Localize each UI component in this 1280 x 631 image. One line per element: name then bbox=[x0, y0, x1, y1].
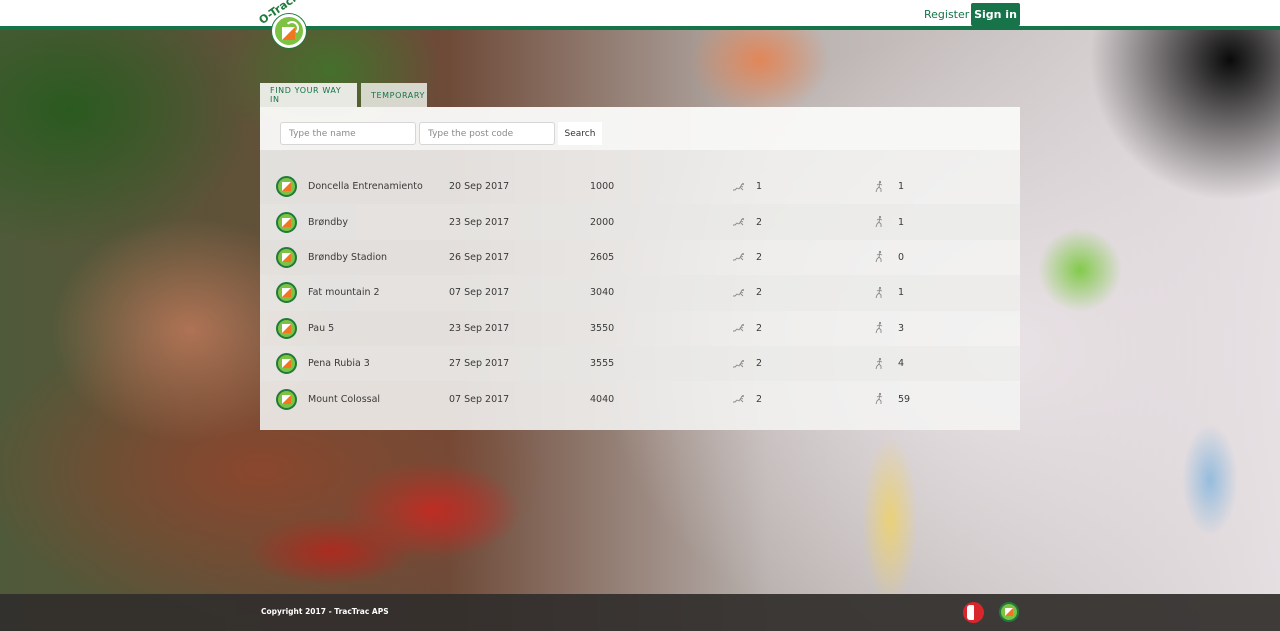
walker-count: 3 bbox=[898, 322, 905, 334]
runner-count: 2 bbox=[756, 322, 763, 334]
walker-icon bbox=[874, 250, 884, 264]
runner-count: 1 bbox=[756, 181, 763, 193]
runner-icon bbox=[732, 182, 746, 192]
runner-count: 2 bbox=[756, 393, 763, 405]
walker-count: 4 bbox=[898, 358, 905, 370]
event-name[interactable]: Pau 5 bbox=[308, 323, 334, 334]
event-date: 23 Sep 2017 bbox=[449, 322, 510, 334]
walker-icon bbox=[874, 357, 884, 371]
event-name[interactable]: Mount Colossal bbox=[308, 394, 380, 405]
copyright-text: Copyright 2017 - TracTrac APS bbox=[261, 607, 389, 616]
walker-icon bbox=[874, 321, 884, 335]
orienteering-flag-icon bbox=[272, 14, 306, 48]
postcode-search-input[interactable] bbox=[419, 122, 555, 145]
events-panel: Search Doncella Entrenamiento 20 Sep 2017… bbox=[260, 107, 1020, 430]
sign-in-button[interactable]: Sign in bbox=[971, 3, 1020, 26]
runner-icon bbox=[732, 394, 746, 404]
walker-icon bbox=[874, 392, 884, 406]
event-name[interactable]: Doncella Entrenamiento bbox=[308, 181, 423, 192]
register-link[interactable]: Register bbox=[924, 8, 969, 21]
event-date: 27 Sep 2017 bbox=[449, 358, 510, 370]
orienteering-flag-icon bbox=[276, 176, 297, 198]
event-list: Doncella Entrenamiento 20 Sep 2017 1000 1 1 B… bbox=[260, 169, 1020, 417]
signal-wave-icon bbox=[285, 21, 299, 35]
orienteering-flag-icon bbox=[276, 388, 297, 410]
footer: Copyright 2017 - TracTrac APS bbox=[0, 594, 1280, 631]
event-row[interactable]: Doncella Entrenamiento 20 Sep 2017 1000 1 1 bbox=[260, 169, 1020, 204]
event-date: 23 Sep 2017 bbox=[449, 216, 510, 228]
search-bar: Search bbox=[260, 107, 1020, 150]
event-date: 26 Sep 2017 bbox=[449, 251, 510, 263]
search-button[interactable]: Search bbox=[558, 122, 602, 145]
orienteering-flag-icon bbox=[276, 282, 297, 304]
event-code: 3555 bbox=[590, 358, 615, 370]
orienteering-flag-icon bbox=[276, 211, 297, 233]
walker-icon bbox=[874, 286, 884, 300]
tab-bar: FIND YOUR WAY IN TEMPORARY bbox=[260, 83, 427, 107]
walker-icon bbox=[874, 215, 884, 229]
walker-count: 1 bbox=[898, 287, 905, 299]
event-row[interactable]: Pau 5 23 Sep 2017 3550 2 3 bbox=[260, 311, 1020, 346]
event-row[interactable]: Mount Colossal 07 Sep 2017 4040 2 59 bbox=[260, 381, 1020, 416]
event-row[interactable]: Pena Rubia 3 27 Sep 2017 3555 2 4 bbox=[260, 345, 1020, 382]
event-date: 20 Sep 2017 bbox=[449, 181, 510, 193]
tab-find-your-way-in[interactable]: FIND YOUR WAY IN bbox=[260, 83, 357, 107]
runner-count: 2 bbox=[756, 358, 763, 370]
walker-icon bbox=[874, 180, 884, 194]
orienteering-flag-icon bbox=[276, 317, 297, 339]
orienteering-flag-icon bbox=[276, 246, 297, 268]
top-header: Register Sign in bbox=[0, 0, 1280, 30]
runner-icon bbox=[732, 359, 746, 369]
event-date: 07 Sep 2017 bbox=[449, 287, 510, 299]
walker-count: 1 bbox=[898, 181, 905, 193]
orienteering-flag-icon bbox=[276, 353, 297, 375]
event-row[interactable]: Brøndby Stadion 26 Sep 2017 2605 2 0 bbox=[260, 240, 1020, 275]
o-track-logo[interactable]: O-Track bbox=[257, 0, 310, 50]
o-track-logo-icon[interactable] bbox=[999, 602, 1019, 622]
runner-icon bbox=[732, 252, 746, 262]
event-code: 3550 bbox=[590, 322, 615, 334]
event-code: 1000 bbox=[590, 181, 615, 193]
event-code: 4040 bbox=[590, 393, 615, 405]
runner-count: 2 bbox=[756, 287, 763, 299]
runner-icon bbox=[732, 217, 746, 227]
runner-icon bbox=[732, 323, 746, 333]
event-row[interactable]: Brøndby 23 Sep 2017 2000 2 1 bbox=[260, 204, 1020, 240]
walker-count: 59 bbox=[898, 393, 911, 405]
walker-count: 0 bbox=[898, 251, 905, 263]
event-code: 2000 bbox=[590, 216, 615, 228]
event-name[interactable]: Fat mountain 2 bbox=[308, 287, 380, 298]
event-name[interactable]: Pena Rubia 3 bbox=[308, 358, 370, 369]
event-date: 07 Sep 2017 bbox=[449, 393, 510, 405]
walker-count: 1 bbox=[898, 216, 905, 228]
runner-count: 2 bbox=[756, 251, 763, 263]
event-row[interactable]: Fat mountain 2 07 Sep 2017 3040 2 1 bbox=[260, 275, 1020, 311]
event-name[interactable]: Brøndby Stadion bbox=[308, 252, 387, 263]
event-name[interactable]: Brøndby bbox=[308, 217, 348, 228]
event-code: 2605 bbox=[590, 251, 615, 263]
event-code: 3040 bbox=[590, 287, 615, 299]
tab-temporary[interactable]: TEMPORARY bbox=[361, 83, 427, 107]
tractrac-logo-icon[interactable] bbox=[963, 602, 984, 623]
runner-count: 2 bbox=[756, 216, 763, 228]
runner-icon bbox=[732, 288, 746, 298]
name-search-input[interactable] bbox=[280, 122, 416, 145]
